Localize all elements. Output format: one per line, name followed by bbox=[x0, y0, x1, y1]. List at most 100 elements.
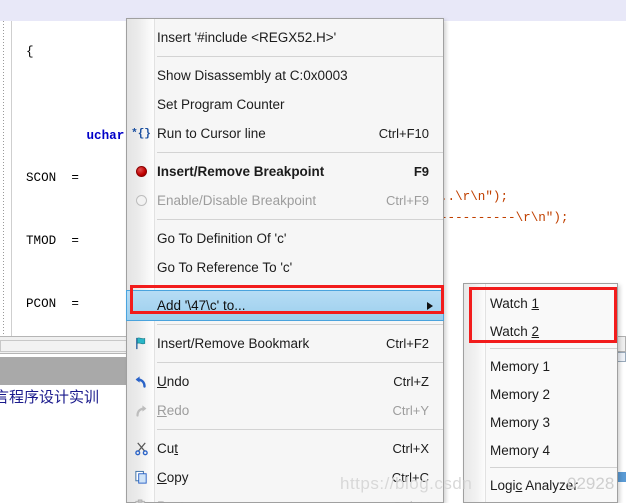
menu-item-cut[interactable]: Cut Ctrl+X bbox=[127, 434, 443, 463]
submenu-item-label: Watch 2 bbox=[490, 323, 540, 339]
menu-item-label: Cut bbox=[157, 441, 377, 456]
menu-item-accelerator: Ctrl+F10 bbox=[378, 126, 429, 141]
code-fragment-right-2: ----------\r\n"); bbox=[440, 211, 569, 225]
menu-item-accelerator: Ctrl+Y bbox=[392, 403, 429, 418]
submenu-separator bbox=[490, 467, 617, 468]
context-menu-items[interactable]: Insert '#include <REGX52.H>' Show Disass… bbox=[126, 19, 444, 503]
output-pane-header bbox=[0, 357, 140, 385]
submenu-item-memory-3[interactable]: Memory 3 bbox=[464, 408, 617, 436]
menu-item-accelerator: Ctrl+Z bbox=[393, 374, 429, 389]
menu-item-accelerator: F9 bbox=[413, 164, 429, 179]
breakpoint-disabled-icon bbox=[129, 186, 153, 215]
editor-selection-gutter[interactable] bbox=[13, 0, 26, 338]
menu-item-add-to[interactable]: Add '\47\c' to... bbox=[126, 290, 444, 321]
submenu-item-label: Memory 1 bbox=[490, 358, 551, 374]
menu-item-redo: Redo Ctrl+Y bbox=[127, 396, 443, 425]
menu-item-label: Run to Cursor line bbox=[157, 126, 266, 141]
submenu-item-label: Logic Analyzer bbox=[490, 477, 578, 493]
menu-separator bbox=[157, 219, 443, 220]
code-line-text: { bbox=[26, 45, 34, 59]
mnemonic-char: P bbox=[157, 499, 166, 503]
output-pane-text: 言程序设计实训 bbox=[0, 388, 100, 406]
screenshot-root: { uchar c = 0; SCON = TMOD = PCON = TH1 … bbox=[0, 0, 626, 503]
mnemonic-char: U bbox=[157, 374, 167, 389]
submenu-item-memory-1[interactable]: Memory 1 bbox=[464, 352, 617, 380]
mnemonic-char: t bbox=[174, 441, 179, 456]
code-line-text: TMOD = bbox=[26, 234, 79, 248]
menu-item-label-rest: aste bbox=[166, 499, 192, 503]
menu-item-accelerator: Ctrl+X bbox=[392, 441, 429, 456]
submenu-item-label: Watch 1 bbox=[490, 295, 540, 311]
horizontal-scrollbar[interactable] bbox=[0, 340, 134, 352]
submenu-item-memory-2[interactable]: Memory 2 bbox=[464, 380, 617, 408]
menu-item-enable-disable-breakpoint: Enable/Disable Breakpoint Ctrl+F9 bbox=[127, 186, 443, 215]
context-menu[interactable]: Insert '#include <REGX52.H>' Show Disass… bbox=[126, 18, 444, 503]
clipboard-icon bbox=[129, 492, 153, 503]
menu-item-label: Insert/Remove Breakpoint bbox=[157, 164, 325, 179]
menu-item-insert-remove-breakpoint[interactable]: Insert/Remove Breakpoint F9 bbox=[127, 157, 443, 186]
menu-separator bbox=[157, 324, 443, 325]
scissors-icon bbox=[129, 434, 153, 463]
submenu-arrow-icon bbox=[427, 301, 433, 310]
add-to-submenu[interactable]: Watch 1 Watch 2 Memory 1 Memory 2 Memory… bbox=[463, 283, 618, 503]
menu-item-label-rest: edo bbox=[166, 403, 190, 418]
submenu-item-label: Memory 4 bbox=[490, 442, 551, 458]
menu-item-label: Set Program Counter bbox=[157, 97, 285, 112]
menu-item-label: Copy bbox=[157, 470, 376, 485]
mnemonic-char: C bbox=[157, 470, 167, 485]
menu-item-label-rest: ndo bbox=[166, 374, 190, 389]
menu-item-paste: Paste Ctrl+V bbox=[127, 492, 443, 503]
menu-item-label: Go To Reference To 'c' bbox=[157, 260, 293, 275]
bookmark-flag-icon bbox=[129, 329, 153, 358]
menu-separator bbox=[157, 429, 443, 430]
menu-item-accelerator: Ctrl+C bbox=[391, 470, 429, 485]
copy-pages-icon bbox=[129, 463, 153, 492]
menu-item-undo[interactable]: Undo Ctrl+Z bbox=[127, 367, 443, 396]
menu-item-label: Enable/Disable Breakpoint bbox=[157, 193, 317, 208]
menu-item-label: Undo bbox=[157, 374, 377, 389]
redo-arrow-icon bbox=[129, 396, 153, 425]
menu-item-accelerator: Ctrl+V bbox=[377, 499, 429, 503]
menu-separator bbox=[157, 362, 443, 363]
menu-item-label: Insert '#include <REGX52.H>' bbox=[157, 30, 337, 45]
menu-item-label: Add '\47\c' to... bbox=[157, 298, 246, 313]
mnemonic-char: 2 bbox=[531, 323, 540, 339]
submenu-item-memory-4[interactable]: Memory 4 bbox=[464, 436, 617, 464]
menu-item-go-to-reference[interactable]: Go To Reference To 'c' bbox=[127, 253, 443, 282]
menu-item-show-disassembly[interactable]: Show Disassembly at C:0x0003 bbox=[127, 61, 443, 90]
menu-separator bbox=[157, 56, 443, 57]
menu-separator bbox=[157, 152, 443, 153]
code-line-text: PCON = bbox=[26, 297, 79, 311]
menu-item-label: Paste bbox=[157, 499, 377, 503]
code-line-text: SCON = bbox=[26, 171, 79, 185]
menu-item-accelerator: Ctrl+F9 bbox=[386, 193, 429, 208]
menu-item-label-rest: opy bbox=[166, 470, 189, 485]
editor-fold-gutter[interactable] bbox=[0, 0, 12, 338]
menu-item-label: Insert/Remove Bookmark bbox=[157, 336, 310, 351]
menu-item-go-to-definition[interactable]: Go To Definition Of 'c' bbox=[127, 224, 443, 253]
mnemonic-char: c bbox=[515, 477, 523, 493]
mnemonic-char: 1 bbox=[531, 295, 540, 311]
menu-item-insert-include[interactable]: Insert '#include <REGX52.H>' bbox=[127, 23, 443, 52]
menu-item-set-program-counter[interactable]: Set Program Counter bbox=[127, 90, 443, 119]
menu-item-run-to-cursor-line[interactable]: *{} Run to Cursor line Ctrl+F10 bbox=[127, 119, 443, 148]
code-fragment-right-1: ..\r\n"); bbox=[440, 190, 509, 204]
submenu-item-watch-2[interactable]: Watch 2 bbox=[464, 317, 617, 345]
menu-item-label: Show Disassembly at C:0x0003 bbox=[157, 68, 348, 83]
menu-separator bbox=[157, 286, 443, 287]
submenu-separator bbox=[490, 348, 617, 349]
menu-item-insert-remove-bookmark[interactable]: Insert/Remove Bookmark Ctrl+F2 bbox=[127, 329, 443, 358]
undo-arrow-icon bbox=[129, 367, 153, 396]
menu-item-label-pre: Cu bbox=[157, 441, 175, 456]
run-to-cursor-icon: *{} bbox=[131, 127, 151, 140]
mnemonic-char: R bbox=[157, 403, 167, 418]
submenu-item-logic-analyzer[interactable]: Logic Analyzer bbox=[464, 471, 617, 499]
menu-item-label: Redo bbox=[157, 403, 377, 418]
submenu-item-label: Memory 3 bbox=[490, 414, 551, 430]
submenu-item-watch-1[interactable]: Watch 1 bbox=[464, 289, 617, 317]
menu-item-copy[interactable]: Copy Ctrl+C bbox=[127, 463, 443, 492]
menu-item-accelerator: Ctrl+F2 bbox=[386, 336, 429, 351]
menu-item-label: Go To Definition Of 'c' bbox=[157, 231, 287, 246]
breakpoint-icon bbox=[129, 157, 153, 186]
submenu-item-label: Memory 2 bbox=[490, 386, 551, 402]
